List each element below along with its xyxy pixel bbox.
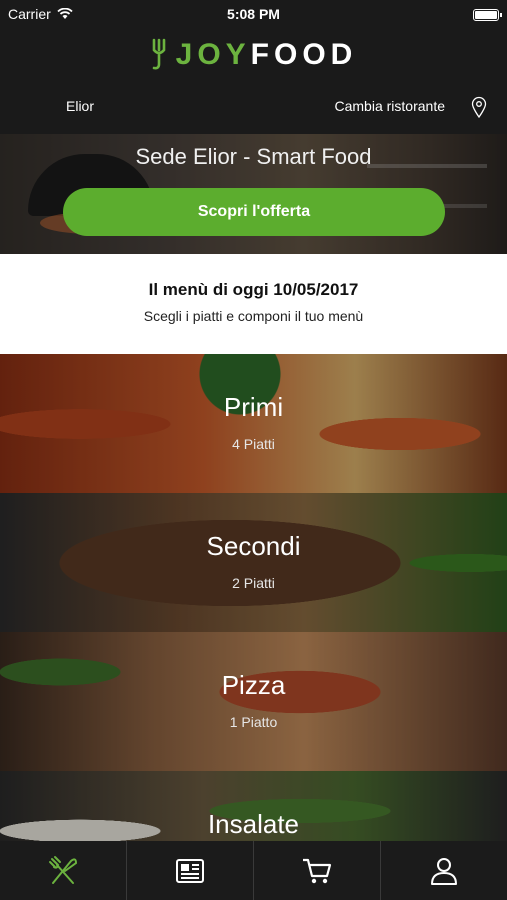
newspaper-icon [176, 858, 204, 883]
restaurant-hero: Sede Elior - Smart Food Scopri l'offerta [0, 134, 507, 254]
category-secondi[interactable]: Secondi 2 Piatti [0, 493, 507, 632]
tab-news[interactable] [127, 841, 254, 900]
category-name: Pizza [221, 670, 286, 700]
user-icon [431, 857, 457, 885]
status-time: 5:08 PM [227, 6, 280, 22]
discover-offer-button[interactable]: Scopri l'offerta [63, 188, 445, 236]
change-restaurant-link[interactable]: Cambia ristorante [335, 98, 446, 114]
category-name: Insalate [207, 809, 300, 839]
daily-menu-info: Il menù di oggi 10/05/2017 Scegli i piat… [0, 254, 507, 354]
fork-knife-icon [49, 855, 78, 884]
category-name: Secondi [206, 531, 301, 561]
tab-profile[interactable] [381, 841, 507, 900]
menu-subtitle: Scegli i piatti e componi il tuo menù [143, 308, 364, 324]
category-name: Primi [223, 392, 284, 422]
bottom-tab-bar [0, 841, 507, 900]
category-primi[interactable]: Primi 4 Piatti [0, 354, 507, 493]
category-insalate[interactable]: Insalate [0, 771, 507, 841]
app-header: JOY FOOD Elior Cambia ristorante [0, 30, 507, 134]
restaurant-title: Sede Elior - Smart Food [135, 144, 372, 169]
cart-icon [303, 858, 332, 883]
logo-food-text: FOOD [250, 38, 358, 71]
tab-cart[interactable] [254, 841, 381, 900]
tab-menu[interactable] [0, 841, 127, 900]
category-pizza[interactable]: Pizza 1 Piatto [0, 632, 507, 771]
category-count: 4 Piatti [232, 436, 275, 452]
map-pin-icon[interactable] [471, 96, 487, 118]
logo-joy-text: JOY [175, 38, 251, 71]
location-name: Elior [66, 98, 95, 114]
status-bar: Carrier 5:08 PM [0, 0, 507, 30]
battery-icon [473, 9, 502, 21]
fork-logo-icon [152, 38, 165, 70]
category-count: 1 Piatto [229, 714, 278, 730]
location-row: Elior Cambia ristorante [0, 96, 507, 120]
menu-title: Il menù di oggi 10/05/2017 [148, 280, 359, 299]
joyfood-logo: JOY FOOD [0, 38, 507, 72]
category-count: 2 Piatti [232, 575, 275, 591]
